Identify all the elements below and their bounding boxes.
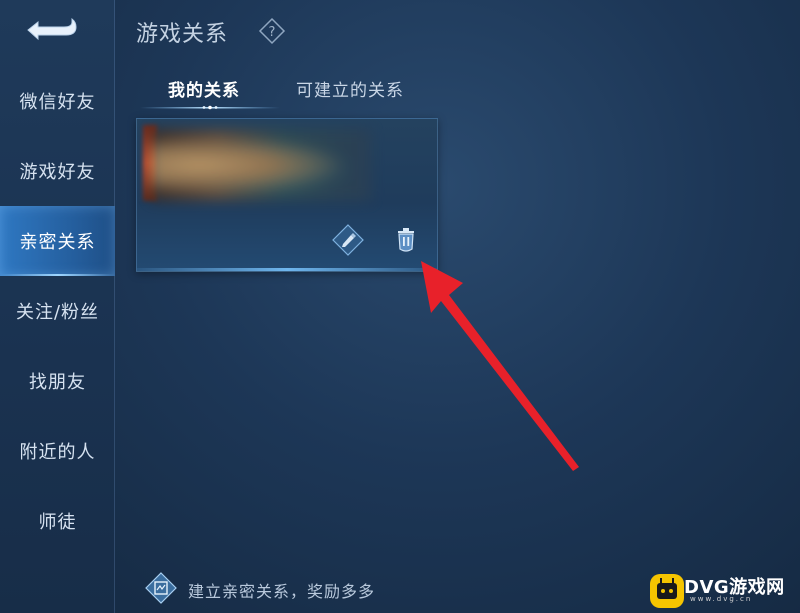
sidebar-item-game-friends[interactable]: 游戏好友 <box>0 136 115 206</box>
tab-my-relations[interactable]: 我的关系 <box>168 76 240 101</box>
trash-icon[interactable] <box>389 223 423 257</box>
tab-active-indicator <box>140 105 280 110</box>
sidebar-item-nearby[interactable]: 附近的人 <box>0 416 115 486</box>
question-diamond-icon[interactable]: ? <box>258 17 286 45</box>
sidebar-item-intimate-relations[interactable]: 亲密关系 <box>0 206 115 276</box>
footer-hint: 建立亲密关系，奖励多多 <box>188 582 376 601</box>
back-button[interactable] <box>18 12 80 46</box>
sidebar-item-label: 微信好友 <box>19 92 96 113</box>
sidebar-item-label: 关注/粉丝 <box>15 302 100 323</box>
sidebar-item-label: 附近的人 <box>19 442 96 463</box>
pencil-icon[interactable] <box>331 223 365 257</box>
sidebar-item-label: 亲密关系 <box>19 232 96 253</box>
watermark-url: www.dvg.cn <box>690 595 753 603</box>
avatar <box>151 129 371 201</box>
page-title: 游戏关系 <box>136 22 229 47</box>
relationship-card[interactable] <box>136 118 438 272</box>
tab-available-relations[interactable]: 可建立的关系 <box>296 76 404 101</box>
sidebar-item-follow-fans[interactable]: 关注/粉丝 <box>0 276 115 346</box>
sidebar-item-label: 游戏好友 <box>19 162 96 183</box>
sidebar-item-label: 师徒 <box>38 512 77 533</box>
red-arrow-annotation <box>421 261 579 471</box>
back-arrow-icon <box>27 17 77 41</box>
sidebar-item-wechat-friends[interactable]: 微信好友 <box>0 66 115 136</box>
svg-text:?: ? <box>269 25 276 40</box>
relationship-badge-icon <box>145 572 177 604</box>
sidebar-item-mentorship[interactable]: 师徒 <box>0 486 115 556</box>
sidebar-item-label: 找朋友 <box>29 372 86 393</box>
sidebar: 微信好友 游戏好友 亲密关系 关注/粉丝 找朋友 附近的人 师徒 <box>0 0 115 613</box>
sidebar-item-find-friends[interactable]: 找朋友 <box>0 346 115 416</box>
